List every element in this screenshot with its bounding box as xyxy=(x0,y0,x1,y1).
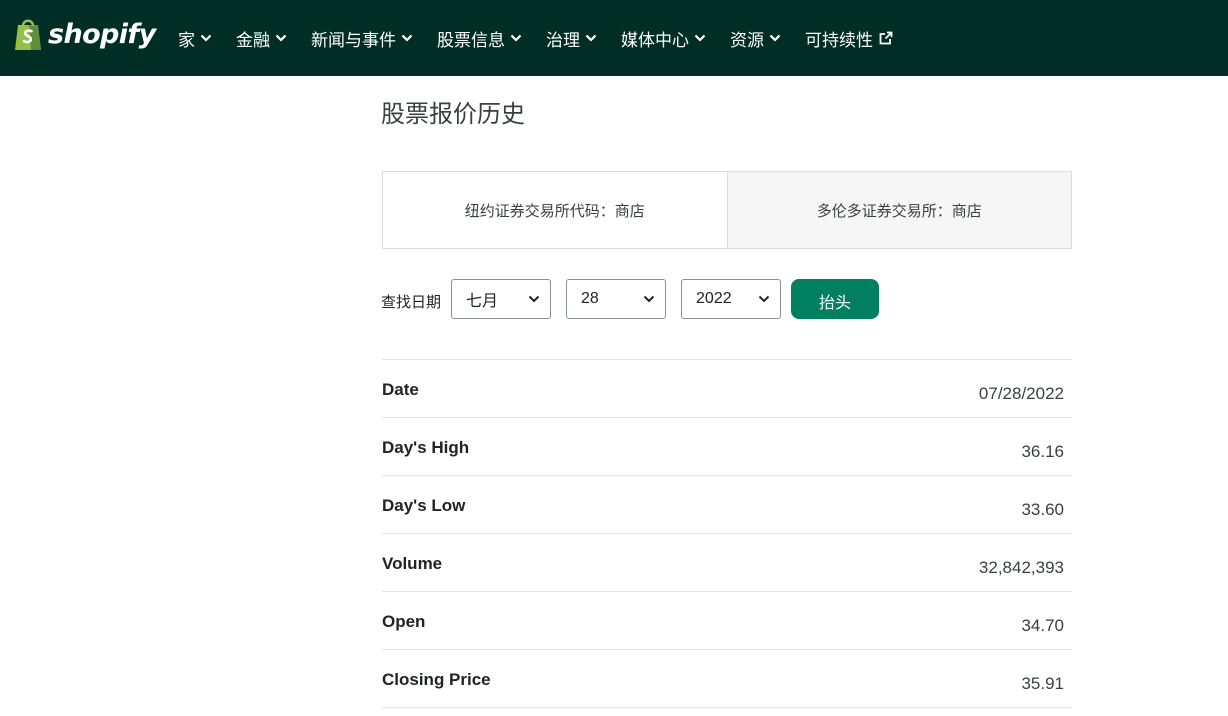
nav-item-label: 可持续性 xyxy=(805,30,873,50)
external-link-icon xyxy=(879,31,893,45)
chevron-down-icon xyxy=(585,34,597,42)
day-select-value: 28 xyxy=(581,290,599,307)
chevron-down-icon xyxy=(528,295,540,303)
nav-item-resources[interactable]: 资源 xyxy=(730,26,781,51)
main-nav: 家 金融 新闻与事件 股票信息 治理 媒体中心 资源 可持续性 xyxy=(178,0,917,76)
row-label: Open xyxy=(382,612,426,631)
chevron-down-icon xyxy=(758,295,770,303)
lookup-date-label: 查找日期 xyxy=(381,293,442,311)
chevron-down-icon xyxy=(694,34,706,42)
nav-item-finance[interactable]: 金融 xyxy=(236,26,287,51)
table-row: Day's Low 33.60 xyxy=(382,476,1072,534)
tab-label: 纽约证券交易所代码：商店 xyxy=(464,202,645,220)
nav-item-sustainability[interactable]: 可持续性 xyxy=(805,26,893,51)
shopify-logo[interactable]: shopify xyxy=(12,14,156,54)
month-select[interactable]: 七月 xyxy=(451,279,552,319)
table-row: Closing Price 35.91 xyxy=(382,650,1072,708)
row-value: 33.60 xyxy=(1021,500,1064,519)
row-label: Date xyxy=(382,380,419,399)
nav-item-label: 家 xyxy=(178,30,195,50)
year-select[interactable]: 2022 xyxy=(681,279,782,319)
table-row: Volume 32,842,393 xyxy=(382,534,1072,592)
row-label: Closing Price xyxy=(382,670,491,689)
chevron-down-icon xyxy=(510,34,522,42)
nav-item-home[interactable]: 家 xyxy=(178,26,212,51)
row-value: 34.70 xyxy=(1021,616,1064,635)
stock-quote-table: Date 07/28/2022 Day's High 36.16 Day's L… xyxy=(382,359,1072,708)
date-lookup-form: 查找日期 七月 28 2022 抬头 xyxy=(381,279,880,319)
row-value: 07/28/2022 xyxy=(978,384,1064,403)
row-label: Day's Low xyxy=(382,496,466,515)
nav-item-media-center[interactable]: 媒体中心 xyxy=(621,26,706,51)
row-value: 36.16 xyxy=(1021,442,1064,461)
nav-item-label: 媒体中心 xyxy=(621,30,689,50)
nav-item-label: 股票信息 xyxy=(437,30,505,50)
site-header: shopify 家 金融 新闻与事件 股票信息 治理 媒体中心 资源 可持续性 xyxy=(0,0,1228,76)
year-select-value: 2022 xyxy=(696,290,732,307)
chevron-down-icon xyxy=(275,34,287,42)
logo-wordmark: shopify xyxy=(48,18,156,50)
chevron-down-icon xyxy=(769,34,781,42)
row-label: Volume xyxy=(382,554,443,573)
tab-label: 多伦多证券交易所：商店 xyxy=(816,202,982,220)
chevron-down-icon xyxy=(401,34,413,42)
table-row: Open 34.70 xyxy=(382,592,1072,650)
nav-item-label: 金融 xyxy=(236,30,270,50)
table-row: Date 07/28/2022 xyxy=(382,360,1072,418)
day-select[interactable]: 28 xyxy=(566,279,667,319)
tab-nyse[interactable]: 纽约证券交易所代码：商店 xyxy=(383,172,728,248)
exchange-tabs: 纽约证券交易所代码：商店 多伦多证券交易所：商店 xyxy=(382,171,1072,249)
month-select-value: 七月 xyxy=(466,293,499,310)
shopping-bag-icon xyxy=(15,19,41,50)
tab-tsx[interactable]: 多伦多证券交易所：商店 xyxy=(727,172,1071,248)
row-value: 35.91 xyxy=(1021,674,1064,693)
row-label: Day's High xyxy=(382,438,470,457)
nav-item-label: 新闻与事件 xyxy=(311,30,396,50)
nav-item-label: 资源 xyxy=(730,30,764,50)
nav-item-label: 治理 xyxy=(546,30,580,50)
lookup-button[interactable]: 抬头 xyxy=(791,279,880,319)
chevron-down-icon xyxy=(643,295,655,303)
table-row: Day's High 36.16 xyxy=(382,418,1072,476)
nav-item-news-events[interactable]: 新闻与事件 xyxy=(311,26,413,51)
chevron-down-icon xyxy=(200,34,212,42)
nav-item-governance[interactable]: 治理 xyxy=(546,26,597,51)
row-value: 32,842,393 xyxy=(978,558,1064,577)
nav-item-stock-info[interactable]: 股票信息 xyxy=(437,26,522,51)
page-title: 股票报价历史 xyxy=(381,101,525,128)
